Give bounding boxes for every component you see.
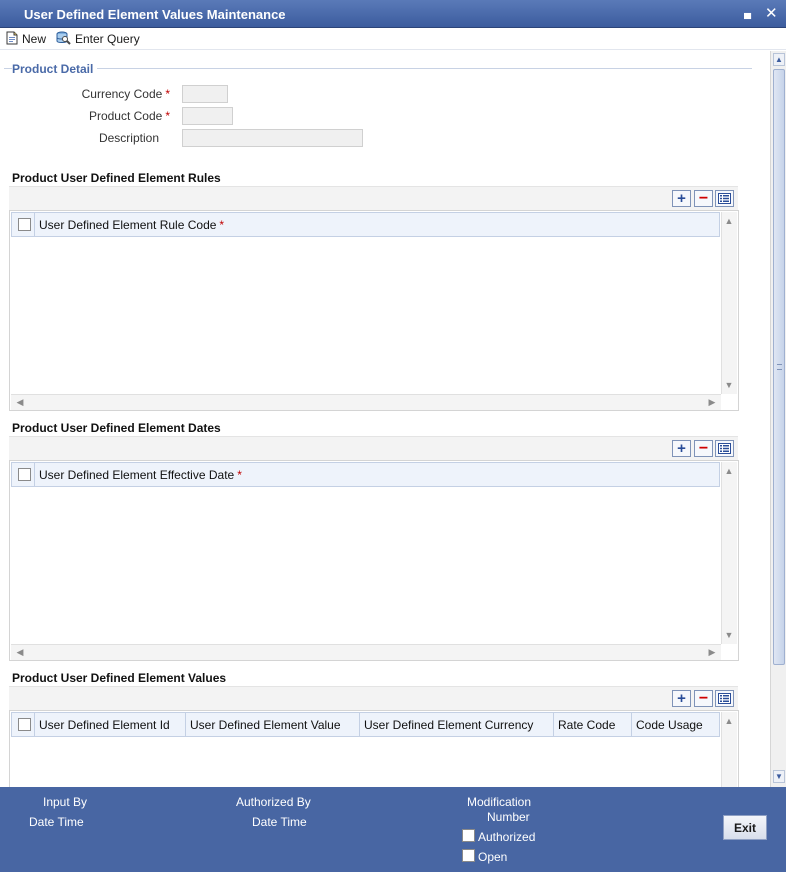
values-add-row-button[interactable]: + (672, 690, 691, 707)
element-value-column-header[interactable]: User Defined Element Value (186, 713, 360, 736)
scroll-up-icon[interactable]: ▲ (722, 714, 736, 728)
plus-icon: + (677, 190, 686, 207)
rules-delete-row-button[interactable]: − (694, 190, 713, 207)
rules-grid-header: User Defined Element Rule Code * (11, 212, 720, 237)
select-all-checkbox[interactable] (18, 718, 31, 731)
description-label-row: Description (0, 131, 170, 145)
enter-query-button[interactable]: Enter Query (55, 31, 140, 47)
plus-icon: + (677, 690, 686, 707)
scroll-right-icon[interactable]: ▶ (705, 645, 719, 659)
authorized-by-label: Authorized By (236, 795, 311, 809)
close-icon[interactable]: ✕ (765, 4, 778, 22)
page-vertical-scrollbar[interactable]: ▲ ▼ (770, 51, 786, 787)
new-document-icon (6, 31, 18, 48)
page-scroll-down-icon[interactable]: ▼ (773, 770, 785, 783)
list-view-icon (718, 443, 731, 454)
element-id-column-header[interactable]: User Defined Element Id (35, 713, 186, 736)
open-label: Open (478, 850, 508, 864)
rules-grid: User Defined Element Rule Code * ▲ ▼ ◀ ▶ (9, 210, 739, 411)
dates-delete-row-button[interactable]: − (694, 440, 713, 457)
values-delete-row-button[interactable]: − (694, 690, 713, 707)
authorized-date-time-label: Date Time (252, 815, 307, 829)
list-view-icon (718, 193, 731, 204)
rules-grid-horizontal-scrollbar[interactable]: ◀ ▶ (11, 394, 721, 410)
audit-footer: Input By Date Time Authorized By Date Ti… (0, 787, 786, 872)
rules-add-row-button[interactable]: + (672, 190, 691, 207)
currency-code-label-row: Currency Code * (0, 87, 170, 101)
open-checkbox[interactable] (462, 849, 475, 862)
element-currency-column-header[interactable]: User Defined Element Currency (360, 713, 554, 736)
dates-section-title: Product User Defined Element Dates (12, 421, 221, 435)
description-input[interactable] (182, 129, 363, 147)
effective-date-column-header[interactable]: User Defined Element Effective Date * (35, 463, 719, 486)
enter-query-icon (55, 30, 71, 48)
scroll-left-icon[interactable]: ◀ (13, 395, 27, 409)
dates-grid: User Defined Element Effective Date * ▲ ▼… (9, 460, 739, 661)
window-titlebar: User Defined Element Values Maintenance … (0, 0, 786, 28)
values-grid: User Defined Element Id User Defined Ele… (9, 710, 739, 787)
values-grid-header: User Defined Element Id User Defined Ele… (11, 712, 720, 737)
values-grid-toolbar: + − (9, 686, 738, 710)
dates-grid-horizontal-scrollbar[interactable]: ◀ ▶ (11, 644, 721, 660)
grip-icon (777, 364, 782, 370)
modification-number-label: Number (487, 810, 530, 824)
rules-single-view-button[interactable] (715, 190, 734, 207)
required-marker: * (165, 87, 170, 101)
dates-grid-toolbar: + − (9, 436, 738, 460)
minus-icon: − (698, 689, 709, 707)
select-all-checkbox[interactable] (18, 218, 31, 231)
scroll-down-icon[interactable]: ▼ (722, 628, 736, 642)
values-section-title: Product User Defined Element Values (12, 671, 227, 685)
select-all-checkbox-cell (12, 713, 35, 736)
enter-query-label: Enter Query (75, 32, 140, 46)
select-all-checkbox[interactable] (18, 468, 31, 481)
main-content: Product Detail Currency Code * Product Co… (0, 51, 770, 787)
currency-code-input[interactable] (182, 85, 228, 103)
authorized-checkbox[interactable] (462, 829, 475, 842)
product-code-label: Product Code (88, 109, 163, 123)
description-label: Description (98, 131, 159, 145)
page-scroll-up-icon[interactable]: ▲ (773, 53, 785, 66)
dates-add-row-button[interactable]: + (672, 440, 691, 457)
product-detail-legend: Product Detail (12, 62, 98, 76)
input-by-label: Input By (43, 795, 88, 809)
scroll-left-icon[interactable]: ◀ (13, 645, 27, 659)
values-grid-vertical-scrollbar[interactable]: ▲ (721, 712, 737, 787)
scroll-up-icon[interactable]: ▲ (722, 214, 736, 228)
scroll-up-icon[interactable]: ▲ (722, 464, 736, 478)
scroll-down-icon[interactable]: ▼ (722, 378, 736, 392)
product-code-label-row: Product Code * (0, 109, 170, 123)
required-marker: * (165, 109, 170, 123)
page-scroll-thumb[interactable] (773, 69, 785, 665)
currency-code-label: Currency Code (81, 87, 163, 101)
plus-icon: + (677, 440, 686, 457)
list-view-icon (718, 693, 731, 704)
select-all-checkbox-cell (12, 463, 35, 486)
minus-icon: − (698, 439, 709, 457)
exit-button[interactable]: Exit (723, 815, 767, 840)
new-button[interactable]: New (6, 31, 46, 47)
minus-icon: − (698, 189, 709, 207)
rules-section-title: Product User Defined Element Rules (12, 171, 221, 185)
rules-grid-vertical-scrollbar[interactable]: ▲ ▼ (721, 212, 737, 394)
product-code-input[interactable] (182, 107, 233, 125)
rules-grid-toolbar: + − (9, 186, 738, 210)
rate-code-column-header[interactable]: Rate Code (554, 713, 632, 736)
authorized-label: Authorized (478, 830, 536, 844)
new-label: New (22, 32, 47, 46)
main-toolbar: New Enter Query (0, 28, 786, 50)
dates-single-view-button[interactable] (715, 440, 734, 457)
minimize-icon[interactable]: ▄ (744, 8, 751, 19)
modification-label: Modification (467, 795, 532, 809)
window-title: User Defined Element Values Maintenance (24, 7, 286, 22)
dates-grid-vertical-scrollbar[interactable]: ▲ ▼ (721, 462, 737, 644)
scroll-right-icon[interactable]: ▶ (705, 395, 719, 409)
dates-grid-header: User Defined Element Effective Date * (11, 462, 720, 487)
input-date-time-label: Date Time (29, 815, 84, 829)
select-all-checkbox-cell (12, 213, 35, 236)
rule-code-column-header[interactable]: User Defined Element Rule Code * (35, 213, 719, 236)
code-usage-column-header[interactable]: Code Usage (632, 713, 719, 736)
values-single-view-button[interactable] (715, 690, 734, 707)
product-detail-divider (4, 68, 752, 69)
